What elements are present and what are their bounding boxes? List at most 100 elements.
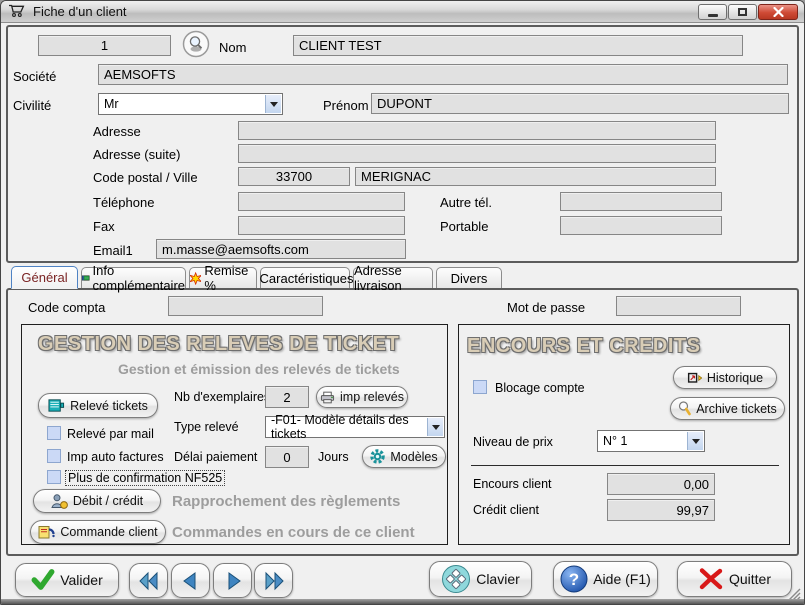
fax-field[interactable] [238,216,405,235]
tab-info-complementaire[interactable]: Info complémentaire [81,267,186,288]
historique-button[interactable]: Historique [673,366,777,389]
adresse-suite-field[interactable] [238,144,716,163]
minimize-button[interactable] [698,4,727,20]
type-releve-combobox[interactable]: -F01- Modèle détails des tickets [265,416,445,438]
keyboard-icon [441,564,471,594]
autre-tel-field[interactable] [560,192,722,211]
code-compta-label: Code compta [28,300,105,315]
debit-credit-button[interactable]: Débit / crédit [33,489,161,513]
fax-label: Fax [93,219,115,234]
svg-text:?: ? [569,570,579,589]
last-record-button[interactable] [254,563,293,598]
close-button[interactable] [758,4,798,20]
email-label: Email1 [93,243,133,258]
tab-caracteristiques[interactable]: Caractéristiques [260,267,350,288]
rapprochement-text: Rapprochement des règlements [172,493,400,510]
code-compta-field[interactable] [168,296,323,316]
tab-adresse-livraison[interactable]: Adresse livraison [353,267,433,288]
left-arrow-icon [180,570,202,592]
telephone-field[interactable] [238,192,405,211]
civilite-value: Mr [104,97,119,111]
prenom-field[interactable]: DUPONT [371,93,789,114]
delai-paiement-label: Délai paiement [174,450,257,464]
adresse-field[interactable] [238,121,716,140]
encours-separator [471,465,779,466]
chevron-down-icon[interactable] [427,418,443,436]
double-right-arrow-icon [263,570,285,592]
maximize-icon [738,8,747,16]
nf525-label: Plus de confirmation NF525 [65,470,225,486]
encours-client-label: Encours client [473,477,552,491]
cart-icon [8,3,26,21]
jours-label: Jours [318,450,349,464]
ville-field[interactable]: MERIGNAC [355,167,716,186]
nb-exemplaires-field[interactable]: 2 [265,386,309,408]
societe-field[interactable]: AEMSOFTS [98,64,788,85]
window-title: Fiche d'un client [33,4,127,19]
client-search-icon[interactable] [182,30,210,61]
client-form-window: Fiche d'un client 1 Nom CLIENT TEST Soci… [0,0,805,605]
archive-tickets-button[interactable]: Archive tickets [670,397,785,420]
blocage-compte-checkbox[interactable] [473,380,487,394]
autre-tel-label: Autre tél. [440,195,492,210]
fax-phone-icon [38,525,55,539]
civilite-label: Civilité [13,98,51,113]
close-icon [773,7,784,17]
releve-tickets-button[interactable]: Relevé tickets [38,393,158,418]
niveau-prix-label: Niveau de prix [473,435,553,449]
red-cross-icon [698,567,724,591]
commande-client-button[interactable]: Commande client [30,520,166,544]
window-frame-bottom [1,599,804,604]
encours-client-field[interactable]: 0,00 [607,473,715,495]
aide-button[interactable]: ? Aide (F1) [553,561,658,597]
magnifier-icon [678,401,691,416]
blocage-compte-label: Blocage compte [495,381,585,395]
quitter-button[interactable]: Quitter [677,561,792,597]
next-record-button[interactable] [213,563,252,598]
credit-client-field[interactable]: 99,97 [607,499,715,521]
printer-icon [320,391,335,404]
portable-field[interactable] [560,216,722,235]
clavier-button[interactable]: Clavier [429,561,532,597]
mot-de-passe-field[interactable] [616,296,741,316]
civilite-combobox[interactable]: Mr [98,93,283,115]
niveau-prix-combobox[interactable]: N° 1 [597,430,705,452]
modeles-button[interactable]: Modèles [362,445,446,468]
delai-paiement-field[interactable]: 0 [265,446,309,468]
type-releve-label: Type relevé [174,420,239,434]
starburst-icon [190,272,201,285]
previous-record-button[interactable] [171,563,210,598]
tab-bar: Général Info complémentaire Remise % Car… [1,266,805,289]
releves-group: GESTION DES RELEVES DE TICKET Gestion et… [21,324,448,545]
telephone-label: Téléphone [93,195,154,210]
type-releve-value: -F01- Modèle détails des tickets [271,413,424,441]
releve-par-mail-checkbox[interactable] [47,426,61,440]
email-field[interactable]: m.masse@aemsofts.com [156,239,406,259]
releves-group-title: GESTION DES RELEVES DE TICKET [38,333,399,356]
first-record-button[interactable] [129,563,168,598]
tab-general[interactable]: Général [11,266,78,289]
imp-auto-factures-label: Imp auto factures [67,450,164,464]
maximize-button[interactable] [728,4,757,20]
tab-divers[interactable]: Divers [436,267,502,288]
tab-remise[interactable]: Remise % [189,267,257,288]
chevron-down-icon[interactable] [687,432,703,450]
societe-label: Société [13,69,56,84]
chevron-down-icon[interactable] [265,95,281,113]
nf525-checkbox[interactable] [47,470,61,484]
title-bar[interactable]: Fiche d'un client [1,1,804,23]
question-icon: ? [560,565,588,593]
releves-group-subtitle: Gestion et émission des relevés de ticke… [118,361,400,377]
nom-field[interactable]: CLIENT TEST [293,35,743,56]
commandes-text: Commandes en cours de ce client [172,524,415,541]
person-coin-icon [51,494,68,509]
client-number-field[interactable]: 1 [38,35,171,56]
code-postal-ville-label: Code postal / Ville [93,170,198,185]
imp-auto-factures-checkbox[interactable] [47,449,61,463]
valider-button[interactable]: Valider [15,563,119,597]
check-icon [31,569,55,591]
code-postal-field[interactable]: 33700 [238,167,350,186]
identity-panel: 1 Nom CLIENT TEST Société AEMSOFTS Civil… [6,25,799,263]
imp-releves-button[interactable]: imp relevés [316,386,408,408]
adresse-suite-label: Adresse (suite) [93,147,180,162]
